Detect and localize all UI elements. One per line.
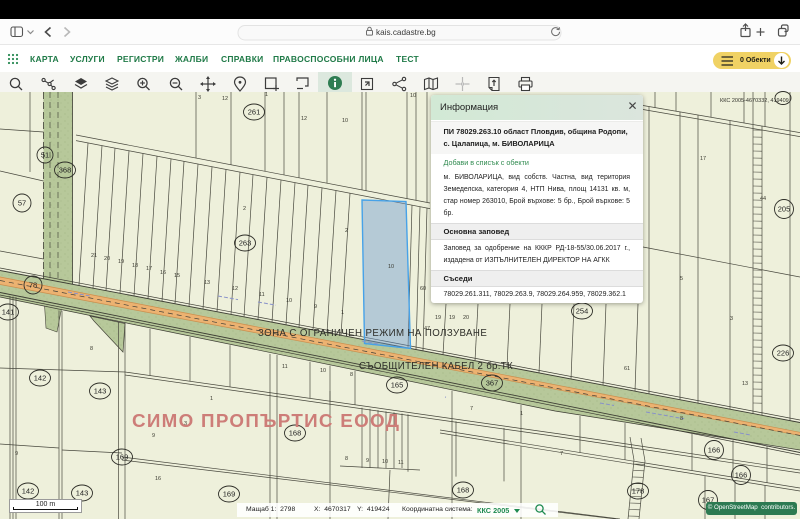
svg-text:141: 141 [2, 308, 15, 317]
svg-text:12: 12 [222, 96, 228, 102]
svg-text:18: 18 [132, 263, 138, 269]
svg-text:13: 13 [204, 280, 210, 286]
svg-text:8: 8 [345, 456, 348, 462]
svg-text:261: 261 [248, 108, 261, 117]
svg-text:168: 168 [457, 486, 470, 495]
svg-text:165: 165 [391, 381, 404, 390]
svg-text:8: 8 [680, 416, 683, 422]
svg-text:20: 20 [104, 256, 110, 262]
svg-text:ЗОНА С ОГРАНИЧЕН РЕЖИМ НА ПОЛЗ: ЗОНА С ОГРАНИЧЕН РЕЖИМ НА ПОЛЗУВАНЕ [258, 328, 487, 339]
svg-text:9: 9 [366, 458, 369, 464]
svg-text:1: 1 [265, 92, 268, 98]
svg-text:1: 1 [520, 411, 523, 417]
svg-text:7: 7 [560, 451, 563, 457]
svg-text:3: 3 [198, 95, 201, 101]
svg-text:10: 10 [388, 264, 394, 270]
svg-text:1: 1 [341, 310, 344, 316]
svg-text:17: 17 [146, 266, 152, 272]
svg-text:20: 20 [463, 315, 469, 321]
svg-text:3: 3 [730, 316, 733, 322]
svg-text:2: 2 [345, 228, 348, 234]
svg-text:44: 44 [760, 196, 766, 202]
svg-text:17: 17 [700, 156, 706, 162]
svg-text:263: 263 [239, 239, 252, 248]
svg-text:16: 16 [160, 270, 166, 276]
svg-text:78: 78 [29, 281, 37, 290]
svg-text:57: 57 [18, 199, 26, 208]
svg-text:60: 60 [420, 286, 426, 292]
svg-text:10: 10 [342, 118, 348, 124]
svg-text:10: 10 [382, 459, 388, 465]
svg-text:10: 10 [410, 93, 416, 99]
svg-text:169: 169 [223, 490, 236, 499]
svg-text:205: 205 [778, 205, 791, 214]
svg-text:11: 11 [282, 364, 288, 370]
svg-text:166: 166 [735, 471, 748, 480]
svg-text:142: 142 [22, 487, 35, 496]
svg-text:142: 142 [34, 374, 47, 383]
svg-text:8: 8 [350, 372, 353, 378]
svg-text:9: 9 [152, 433, 155, 439]
svg-text:51: 51 [41, 151, 49, 160]
svg-text:19: 19 [435, 315, 441, 321]
svg-text:367: 367 [486, 379, 499, 388]
svg-text:8: 8 [90, 346, 93, 352]
svg-text:368: 368 [59, 166, 72, 175]
svg-text:178: 178 [632, 487, 645, 496]
svg-text:СЪОБЩИТЕЛЕН КАБЕЛ 2 бр.ТК: СЪОБЩИТЕЛЕН КАБЕЛ 2 бр.ТК [359, 361, 513, 372]
svg-text:254: 254 [576, 307, 589, 316]
svg-text:12: 12 [301, 116, 307, 122]
svg-text:13: 13 [742, 381, 748, 387]
svg-text:166: 166 [708, 446, 721, 455]
svg-text:11: 11 [259, 292, 265, 298]
svg-text:2: 2 [243, 206, 246, 212]
svg-text:143: 143 [76, 489, 89, 498]
svg-text:61: 61 [624, 366, 630, 372]
svg-text:19: 19 [118, 259, 124, 265]
svg-text:5: 5 [680, 276, 683, 282]
svg-text:7: 7 [470, 406, 473, 412]
svg-text:143: 143 [94, 387, 107, 396]
svg-text:ККС 2005-4670332, 419409: ККС 2005-4670332, 419409 [720, 98, 789, 104]
svg-text:21: 21 [91, 253, 97, 259]
svg-text:16: 16 [155, 476, 161, 482]
svg-text:19: 19 [449, 315, 455, 321]
svg-text:12: 12 [232, 286, 238, 292]
svg-text:СИМО ПРОПЪРТИС ЕООД: СИМО ПРОПЪРТИС ЕООД [132, 410, 400, 431]
svg-text:10: 10 [286, 298, 292, 304]
svg-text:1: 1 [210, 396, 213, 402]
svg-text:9: 9 [15, 451, 18, 457]
svg-text:169: 169 [116, 453, 129, 462]
svg-text:15: 15 [174, 273, 180, 279]
svg-text:11: 11 [398, 460, 404, 466]
svg-text:9: 9 [314, 304, 317, 310]
svg-text:10: 10 [320, 368, 326, 374]
svg-text:226: 226 [777, 349, 790, 358]
